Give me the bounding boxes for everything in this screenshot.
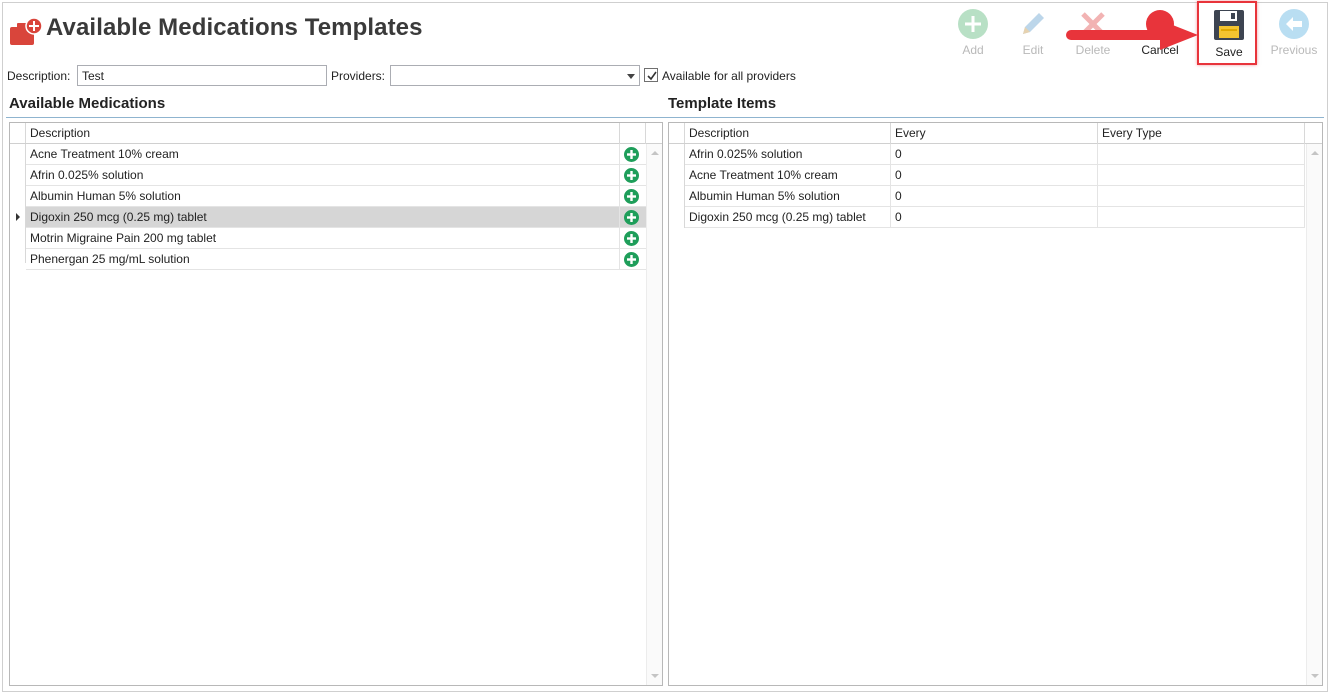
available-all-checkbox[interactable] [644,68,658,82]
grid-header: Description [10,123,662,144]
available-medications-heading: Available Medications [9,95,166,112]
template-description-cell[interactable]: Digoxin 250 mcg (0.25 mg) tablet [685,207,891,228]
add-medication-icon[interactable] [624,189,639,204]
add-medication-icon[interactable] [624,210,639,225]
available-medications-grid: Description Acne Treatment 10% cream Afri… [9,122,663,686]
chevron-down-icon [627,74,635,79]
column-header-action [620,123,646,144]
column-header-description[interactable]: Description [685,123,891,144]
template-description-cell[interactable]: Afrin 0.025% solution [685,144,891,165]
add-button[interactable]: Add [943,5,1003,63]
previous-button[interactable]: Previous [1264,5,1324,63]
template-every-cell[interactable]: 0 [891,207,1098,228]
current-row-indicator-icon [16,213,20,221]
page-title: Available Medications Templates [46,14,423,41]
table-row[interactable]: Albumin Human 5% solution [26,186,646,207]
medication-description-cell: Albumin Human 5% solution [26,186,620,207]
plus-circle-icon [958,9,988,39]
medication-description-cell: Digoxin 250 mcg (0.25 mg) tablet [26,207,620,228]
template-every-cell[interactable]: 0 [891,186,1098,207]
cancel-button[interactable]: Cancel [1130,5,1190,63]
table-row[interactable]: Afrin 0.025% solution [26,165,646,186]
column-header-description[interactable]: Description [26,123,620,144]
floppy-disk-icon [1214,10,1244,40]
template-every-type-cell[interactable] [1098,186,1305,207]
table-row[interactable]: Motrin Migraine Pain 200 mg tablet [26,228,646,249]
table-row[interactable]: Afrin 0.025% solution 0 [685,144,1305,165]
template-every-type-cell[interactable] [1098,144,1305,165]
save-button-label: Save [1215,45,1243,59]
template-every-cell[interactable]: 0 [891,144,1098,165]
checkmark-icon [647,71,657,81]
table-row[interactable]: Albumin Human 5% solution 0 [685,186,1305,207]
delete-button[interactable]: Delete [1063,5,1123,63]
cancel-icon [1146,10,1174,38]
scroll-up-icon[interactable] [1311,151,1319,155]
available-all-label: Available for all providers [662,69,796,83]
save-button[interactable]: Save [1199,5,1259,63]
template-items-grid: Description Every Every Type Afrin 0.025… [668,122,1323,686]
template-description-cell[interactable]: Acne Treatment 10% cream [685,165,891,186]
edit-button[interactable]: Edit [1003,5,1063,63]
table-row[interactable]: Phenergan 25 mg/mL solution [26,249,646,270]
row-header-column [10,123,26,263]
description-input[interactable] [77,65,327,86]
table-row[interactable]: Acne Treatment 10% cream [26,144,646,165]
providers-select-value [391,66,395,87]
providers-label: Providers: [331,69,386,83]
add-medication-icon[interactable] [624,147,639,162]
scroll-up-icon[interactable] [651,151,659,155]
template-every-type-cell[interactable] [1098,207,1305,228]
description-label: Description: [7,69,71,83]
scroll-down-icon[interactable] [651,674,659,678]
template-items-heading: Template Items [668,95,777,112]
medication-kit-icon [10,17,43,45]
column-header-every-type[interactable]: Every Type [1098,123,1305,144]
cancel-button-label: Cancel [1141,43,1179,57]
x-icon [1081,12,1105,36]
add-medication-icon[interactable] [624,231,639,246]
template-description-cell[interactable]: Albumin Human 5% solution [685,186,891,207]
vertical-scrollbar[interactable] [1306,144,1322,685]
back-arrow-icon [1279,9,1309,39]
medication-description-cell: Afrin 0.025% solution [26,165,620,186]
table-row[interactable]: Digoxin 250 mcg (0.25 mg) tablet 0 [685,207,1305,228]
add-button-label: Add [962,43,984,57]
edit-button-label: Edit [1022,43,1044,57]
scroll-down-icon[interactable] [1311,674,1319,678]
add-medication-icon[interactable] [624,252,639,267]
previous-button-label: Previous [1270,43,1318,57]
table-row[interactable]: Digoxin 250 mcg (0.25 mg) tablet [26,207,646,228]
grid-header: Description Every Every Type [669,123,1322,144]
providers-select[interactable] [390,65,640,86]
medication-description-cell: Phenergan 25 mg/mL solution [26,249,620,270]
add-medication-icon[interactable] [624,168,639,183]
section-divider [6,117,1324,118]
vertical-scrollbar[interactable] [646,144,662,685]
medication-description-cell: Motrin Migraine Pain 200 mg tablet [26,228,620,249]
template-every-cell[interactable]: 0 [891,165,1098,186]
template-every-type-cell[interactable] [1098,165,1305,186]
medication-description-cell: Acne Treatment 10% cream [26,144,620,165]
table-row[interactable]: Acne Treatment 10% cream 0 [685,165,1305,186]
pencil-icon [1023,13,1044,34]
column-header-every[interactable]: Every [891,123,1098,144]
delete-button-label: Delete [1075,43,1111,57]
